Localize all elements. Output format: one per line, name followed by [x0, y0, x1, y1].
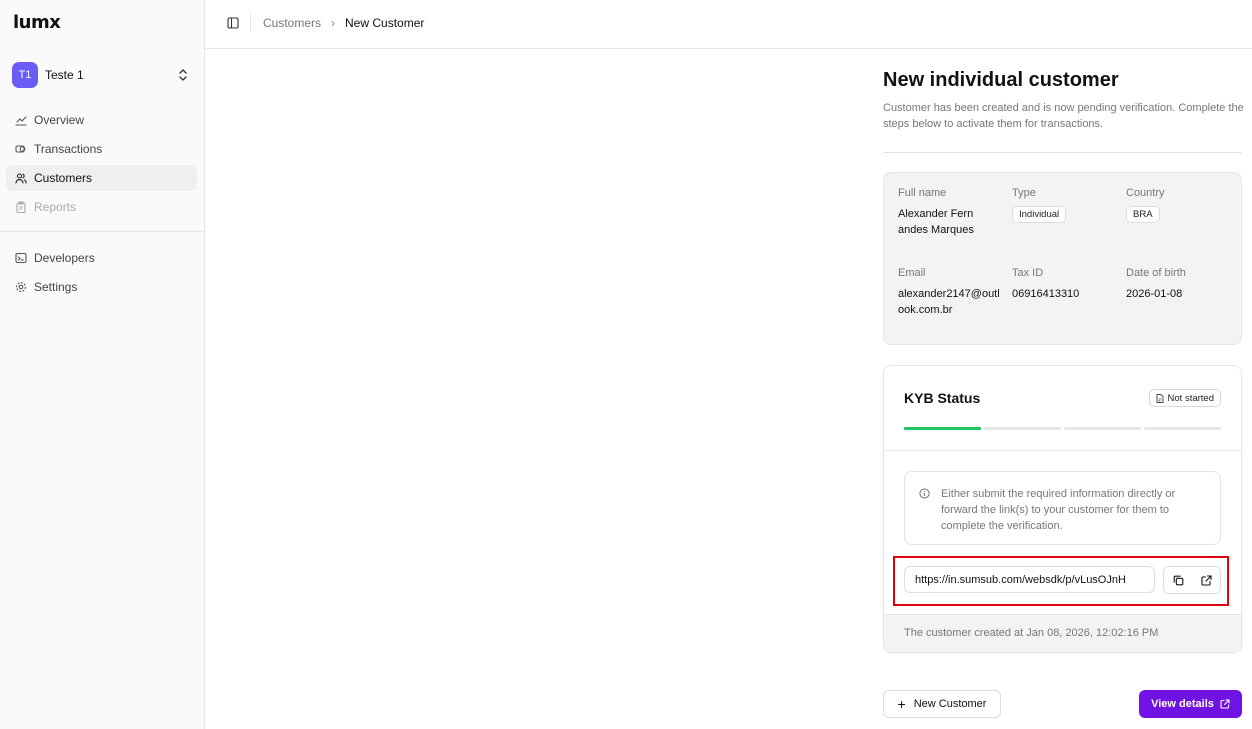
sidebar-item-label: Settings: [34, 280, 78, 294]
type-chip: Individual: [1012, 206, 1067, 223]
nav-divider: [0, 231, 205, 232]
field-label: Tax ID: [1012, 267, 1044, 279]
sidebar-item-transactions[interactable]: Transactions: [6, 136, 197, 162]
primary-nav: Overview Transactions Customers Reports: [6, 107, 197, 223]
view-details-label: View details: [1151, 698, 1214, 710]
field-label: Email: [898, 267, 926, 279]
dob-value: 2026-01-08: [1126, 288, 1183, 300]
sidebar-item-label: Transactions: [34, 142, 103, 156]
dob-field: Date of birth 2026-01-08: [1126, 267, 1234, 302]
full-name-field: Full name Alexander Fernandes Marques: [898, 187, 1006, 238]
sidebar-item-label: Reports: [34, 200, 77, 214]
sidebar-item-label: Overview: [34, 113, 85, 127]
external-link-icon: [1200, 574, 1212, 586]
field-label: Date of birth: [1126, 267, 1186, 279]
customer-info-card: Full name Alexander Fernandes Marques Ty…: [883, 172, 1242, 345]
verification-link-row: [904, 566, 1221, 594]
divider: [883, 152, 1242, 153]
sidebar-item-overview[interactable]: Overview: [6, 107, 197, 133]
document-icon: [1156, 393, 1163, 403]
sidebar-item-label: Customers: [34, 171, 93, 185]
topbar: Customers › New Customer: [205, 0, 1252, 49]
field-label: Full name: [898, 187, 947, 199]
sidebar: LUMX T1 Teste 1 Overview Transactions Cu…: [0, 0, 205, 729]
terminal-icon: [15, 252, 27, 264]
breadcrumb-customers[interactable]: Customers: [263, 16, 321, 30]
copy-link-button[interactable]: [1164, 567, 1192, 593]
type-field: Type Individual: [1012, 187, 1120, 223]
kyb-status-card: KYB Status Not started Either submit the…: [883, 365, 1242, 653]
email-value: alexander2147@outlook.com.br: [898, 288, 1000, 316]
progress-step: [1144, 427, 1221, 430]
sidebar-item-label: Developers: [34, 251, 95, 265]
open-link-button[interactable]: [1192, 567, 1220, 593]
plus-icon: +: [897, 695, 906, 712]
copy-icon: [1173, 575, 1183, 585]
gear-icon: [16, 282, 26, 292]
sidebar-item-settings[interactable]: Settings: [6, 274, 197, 300]
org-name: Teste 1: [45, 68, 84, 82]
page-title: New individual customer: [883, 69, 1119, 91]
secondary-nav: Developers Settings: [6, 245, 197, 303]
divider: [884, 450, 1241, 451]
verification-link-input[interactable]: [904, 566, 1155, 593]
view-details-button[interactable]: View details: [1139, 690, 1242, 718]
sidebar-item-developers[interactable]: Developers: [6, 245, 197, 271]
chevron-up-down-icon: [179, 69, 187, 81]
tax-id-value: 06916413310: [1012, 288, 1080, 300]
progress-step: [984, 427, 1061, 430]
breadcrumb-current: New Customer: [345, 16, 425, 30]
full-name-value: Alexander Fernandes Marques: [898, 208, 974, 236]
kyb-title: KYB Status: [904, 390, 981, 406]
status-badge: Not started: [1148, 389, 1221, 407]
external-link-icon: [1220, 699, 1230, 709]
country-field: Country BRA: [1126, 187, 1234, 223]
new-customer-button[interactable]: + New Customer: [883, 690, 1001, 718]
org-switcher[interactable]: T1 Teste 1: [12, 62, 192, 88]
field-label: Country: [1126, 187, 1165, 199]
country-chip: BRA: [1126, 206, 1160, 223]
link-actions: [1163, 566, 1221, 594]
chart-icon: [15, 116, 27, 126]
progress-step: [1064, 427, 1141, 430]
info-notice: Either submit the required information d…: [904, 471, 1221, 545]
users-icon: [15, 173, 27, 184]
logo: LUMX: [13, 12, 61, 33]
page-subtitle: Customer has been created and is now pen…: [883, 102, 1244, 130]
email-field: Email alexander2147@outlook.com.br: [898, 267, 1006, 318]
info-icon: [919, 488, 930, 499]
field-label: Type: [1012, 187, 1036, 199]
org-avatar: T1: [12, 62, 38, 88]
toolbar-separator: [250, 14, 251, 32]
breadcrumb: Customers › New Customer: [263, 16, 424, 30]
clipboard-icon: [16, 201, 26, 213]
sidebar-toggle-icon[interactable]: [227, 17, 239, 29]
new-customer-label: New Customer: [913, 698, 987, 710]
chevron-right-icon: ›: [331, 16, 336, 30]
progress-step: [904, 427, 981, 430]
sidebar-item-customers[interactable]: Customers: [6, 165, 197, 191]
sidebar-item-reports: Reports: [6, 194, 197, 220]
created-at-footer: The customer created at Jan 08, 2026, 12…: [884, 614, 1241, 652]
transactions-icon: [15, 145, 26, 153]
kyb-progress: [904, 427, 1221, 430]
notice-text: Either submit the required information d…: [941, 488, 1176, 532]
status-badge-label: Not started: [1167, 392, 1214, 404]
tax-id-field: Tax ID 06916413310: [1012, 267, 1120, 302]
